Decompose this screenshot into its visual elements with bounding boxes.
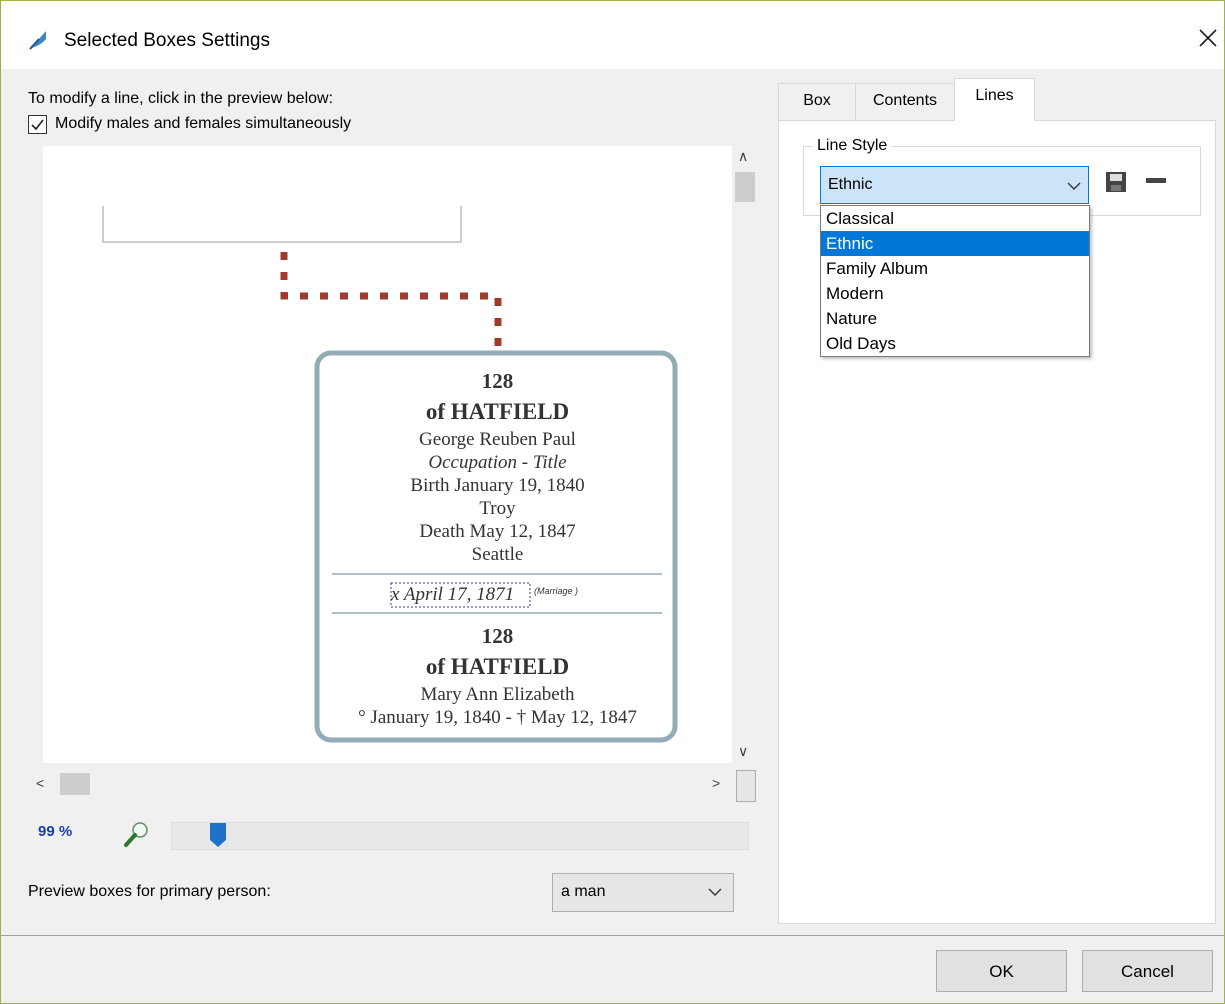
vscroll-thumb[interactable] [735,172,755,202]
primary-person-select[interactable]: a man [552,873,734,912]
card-dates-2: ° January 19, 1840 - † May 12, 1847 [358,707,637,728]
line-style-dropdown: Classical Ethnic Family Album Modern Nat… [820,205,1090,357]
zoom-slider[interactable] [171,822,749,850]
card-surname-1: of HATFIELD [425,399,570,424]
marriage-tag: (Marriage ) [534,586,579,596]
option-ethnic[interactable]: Ethnic [821,231,1089,256]
card-name-1: George Reuben Paul [419,429,576,450]
option-nature[interactable]: Nature [821,306,1089,331]
zoom-slider-thumb[interactable] [209,822,227,848]
card-number-2: 128 [481,624,514,648]
option-family-album[interactable]: Family Album [821,256,1089,281]
checkmark-icon [31,119,44,131]
save-icon[interactable] [1105,171,1127,193]
card-surname-2: of HATFIELD [425,654,570,679]
close-icon[interactable] [1195,25,1221,51]
scroll-corner [736,770,756,802]
preview-horizontal-scrollbar[interactable]: < > [28,769,732,799]
scroll-left-icon[interactable]: < [36,775,44,791]
option-old-days[interactable]: Old Days [821,331,1089,356]
remove-icon[interactable] [1145,176,1167,186]
app-feather-icon [29,31,46,50]
marriage-date[interactable]: x April 17, 1871 [391,584,514,606]
title-bar: Selected Boxes Settings [1,1,1224,69]
scroll-right-icon[interactable]: > [712,775,720,791]
tab-box[interactable]: Box [778,83,856,120]
scroll-up-icon[interactable]: ∧ [738,148,748,165]
option-modern[interactable]: Modern [821,281,1089,306]
footer-divider [0,935,1225,936]
card-birth-place: Troy [479,498,516,519]
tab-contents[interactable]: Contents [855,83,955,120]
card-occupation: Occupation - Title [428,452,567,473]
checkbox-label: Modify males and females simultaneously [55,115,352,132]
cancel-button[interactable]: Cancel [1082,950,1213,992]
card-birth: Birth January 19, 1840 [410,475,585,496]
window-title: Selected Boxes Settings [64,30,270,51]
card-death: Death May 12, 1847 [419,521,576,542]
card-number-1: 128 [481,369,514,393]
scroll-down-icon[interactable]: ∨ [738,743,748,760]
line-style-combo[interactable]: Ethnic [820,166,1089,204]
tab-lines[interactable]: Lines [954,78,1035,121]
card-name-2: Mary Ann Elizabeth [420,684,575,705]
primary-person-value: a man [561,883,606,900]
instruction-text: To modify a line, click in the preview b… [28,90,334,107]
line-style-value: Ethnic [828,176,873,193]
hscroll-thumb[interactable] [60,773,90,795]
preview-person-label: Preview boxes for primary person: [28,883,271,900]
chevron-down-icon [1067,182,1081,190]
option-classical[interactable]: Classical [821,206,1089,231]
line-style-legend: Line Style [813,137,892,155]
ok-button[interactable]: OK [936,950,1067,992]
preview-vertical-scrollbar[interactable]: ∧ ∨ [732,146,758,763]
modify-simultaneously-checkbox[interactable] [28,115,47,134]
card-death-place: Seattle [471,544,524,565]
magnifier-icon [124,822,148,847]
zoom-percent: 99 % [38,823,73,840]
chevron-down-icon [708,888,722,896]
